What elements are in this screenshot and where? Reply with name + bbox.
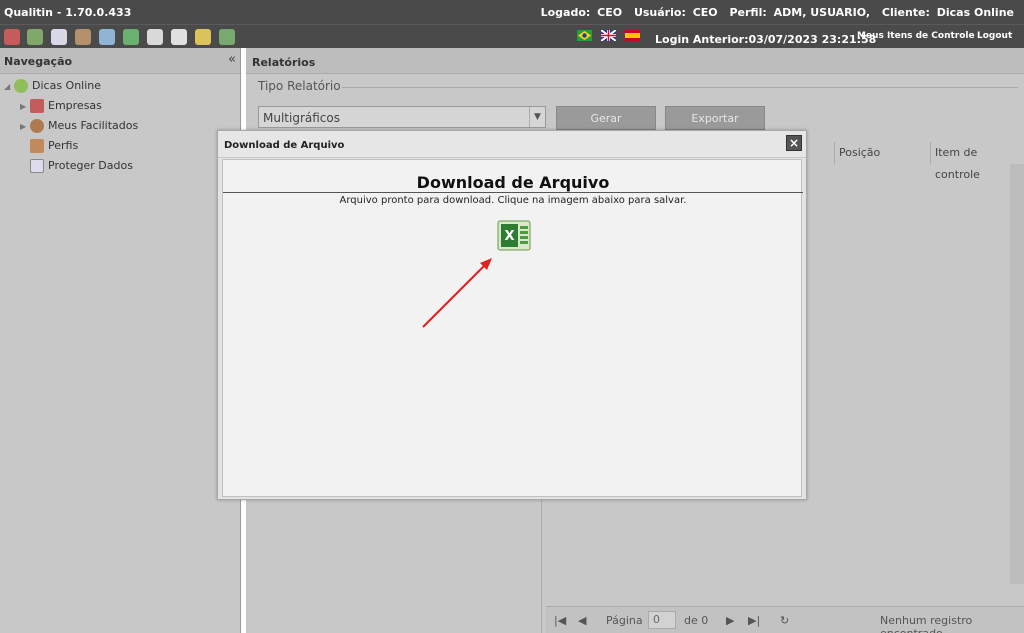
rocket-icon[interactable]	[4, 29, 20, 45]
print-icon[interactable]	[147, 29, 163, 45]
close-button[interactable]: ×	[786, 135, 802, 151]
tree-label: Dicas Online	[32, 79, 102, 92]
collapse-icon[interactable]: «	[228, 52, 236, 67]
grid-icon[interactable]	[99, 29, 115, 45]
cliente-label: Cliente:	[881, 6, 930, 19]
download-dialog: Download de Arquivo × Download de Arquiv…	[217, 130, 807, 500]
users-icon[interactable]	[27, 29, 43, 45]
rocket-icon	[30, 99, 44, 113]
flag-brazil-icon[interactable]	[577, 30, 592, 41]
page-number-input[interactable]: 0	[648, 611, 676, 629]
tree-item-empresas[interactable]: ▶ Empresas	[20, 99, 102, 113]
dialog-header: Download de Arquivo ×	[218, 131, 806, 158]
report-type-select[interactable]: Multigráficos ▼	[258, 106, 546, 128]
left-grid	[248, 498, 542, 633]
expanded-icon[interactable]: ◢	[4, 82, 14, 91]
red-arrow-annotation	[422, 258, 492, 328]
usuario-label: Usuário:	[633, 6, 686, 19]
tree-label: Empresas	[48, 99, 102, 112]
gerar-button[interactable]: Gerar	[556, 106, 656, 130]
logado-label: Logado:	[540, 6, 591, 19]
tree-label: Proteger Dados	[48, 159, 133, 172]
perfil-value: ADM, USUARIO,	[773, 6, 871, 19]
book-icon[interactable]	[171, 29, 187, 45]
collapsed-icon[interactable]: ▶	[20, 122, 30, 131]
tools-icon[interactable]	[75, 29, 91, 45]
app-title: Qualitin - 1.70.0.433	[4, 6, 132, 19]
toolbar: Login Anterior:03/07/2023 23:21:58 Meus …	[0, 24, 1024, 48]
calendar-icon[interactable]	[51, 29, 67, 45]
perfil-label: Perfil:	[729, 6, 767, 19]
group-icon	[14, 79, 28, 93]
download-heading: Download de Arquivo	[416, 173, 610, 192]
select-value: Multigráficos	[263, 111, 340, 125]
flag-uk-icon[interactable]	[600, 29, 617, 42]
collapsed-icon[interactable]: ▶	[20, 102, 30, 111]
usuario-value: CEO	[692, 6, 718, 19]
navigation-panel: Navegação « ◢ Dicas Online ▶ Empresas ▶ Meu…	[0, 48, 241, 633]
cliente-value: Dicas Online	[936, 6, 1014, 19]
dialog-body: Download de Arquivo Arquivo pronto para …	[222, 159, 803, 497]
nav-title: Navegação	[4, 55, 73, 68]
prev-page-icon[interactable]: ◀	[578, 614, 586, 627]
nav-header: Navegação «	[0, 48, 240, 74]
main-header: Relatórios	[246, 48, 1024, 74]
user-icon	[30, 119, 44, 133]
logout-link[interactable]: Logout	[977, 31, 1012, 41]
pager: |◀ ◀ Página 0 de 0 ▶ ▶| ↻ Nenhum registr…	[546, 606, 1024, 633]
next-page-icon[interactable]: ▶	[726, 614, 734, 627]
page-title: Relatórios	[252, 56, 316, 69]
column-posicao[interactable]: Posição	[834, 142, 930, 164]
pager-status: Nenhum registro encontrado	[880, 614, 973, 633]
tree-item-perfis[interactable]: Perfis	[30, 139, 78, 153]
tree-label: Meus Facilitados	[48, 119, 139, 132]
shield-icon[interactable]	[195, 29, 211, 45]
vertical-scrollbar[interactable]	[1010, 164, 1024, 584]
login-anterior: Login Anterior:03/07/2023 23:21:58	[655, 33, 877, 46]
fieldset-divider	[342, 87, 1018, 88]
exportar-button[interactable]: Exportar	[665, 106, 765, 130]
download-message: Arquivo pronto para download. Clique na …	[339, 195, 687, 206]
first-page-icon[interactable]: |◀	[554, 614, 566, 627]
logado-value: CEO	[597, 6, 623, 19]
dialog-title: Download de Arquivo	[224, 140, 345, 151]
tree-item-meus-facilitados[interactable]: ▶ Meus Facilitados	[20, 119, 138, 133]
last-page-icon[interactable]: ▶|	[748, 614, 760, 627]
page-count: de 0	[684, 614, 709, 627]
tree-label: Perfis	[48, 139, 79, 152]
chevron-down-icon[interactable]: ▼	[529, 107, 545, 127]
pagina-label: Página	[606, 614, 643, 627]
meus-itens-link[interactable]: Meus Itens de Controle	[857, 31, 975, 41]
tree-item-proteger-dados[interactable]: Proteger Dados	[30, 159, 133, 173]
flag-spain-icon[interactable]	[625, 30, 640, 41]
export-icon[interactable]	[219, 29, 235, 45]
refresh-icon[interactable]: ↻	[780, 614, 789, 627]
column-item-controle[interactable]: Item de controle	[930, 142, 1024, 181]
calendar-icon	[30, 159, 44, 173]
excel-file-icon[interactable]: X	[497, 220, 531, 251]
title-bar: Qualitin - 1.70.0.433 Logado: CEO Usuári…	[0, 0, 1024, 24]
tree-item-dicas-online[interactable]: ◢ Dicas Online	[4, 79, 101, 93]
svg-text:X: X	[504, 229, 514, 244]
report-icon[interactable]	[123, 29, 139, 45]
profile-icon	[30, 139, 44, 153]
user-info: Logado: CEO Usuário: CEO Perfil: ADM, US…	[533, 6, 1014, 19]
tipo-relatorio-label: Tipo Relatório	[258, 79, 341, 93]
heading-divider	[223, 192, 803, 193]
